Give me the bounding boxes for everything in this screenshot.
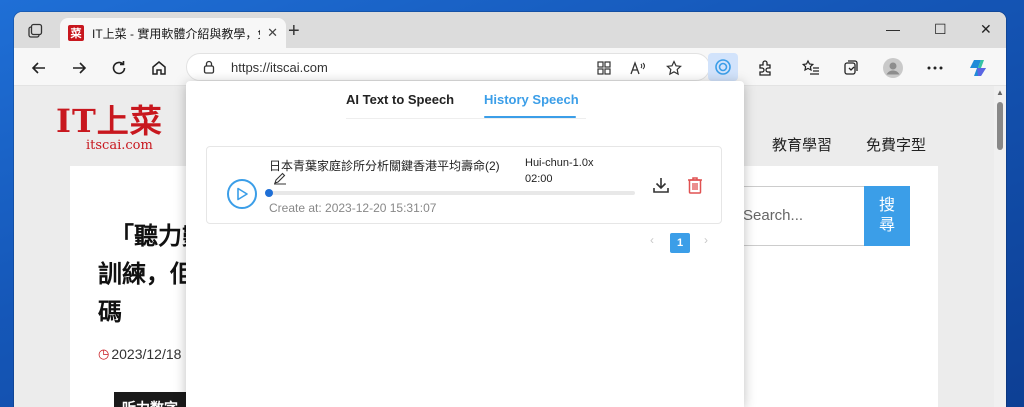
search-button-char-2: 尋 — [878, 217, 895, 234]
forward-icon[interactable] — [68, 57, 90, 79]
scroll-up-icon[interactable]: ▲ — [996, 88, 1004, 97]
home-icon[interactable] — [148, 57, 170, 79]
favorite-star-icon[interactable] — [665, 59, 683, 77]
headline-line-2[interactable]: 訓練，佢 — [98, 254, 194, 289]
maximize-button[interactable]: ☐ — [934, 18, 947, 40]
tab-ai-text-to-speech[interactable]: AI Text to Speech — [346, 92, 454, 107]
pagination-page-1[interactable]: 1 — [670, 233, 690, 253]
tts-extension-icon[interactable] — [708, 53, 738, 81]
edit-pencil-icon[interactable] — [273, 171, 287, 190]
pagination-prev-icon[interactable]: ‹ — [650, 233, 654, 247]
profile-avatar-icon[interactable] — [882, 57, 904, 79]
play-button[interactable] — [227, 179, 257, 209]
headline-line-3[interactable]: 碼 — [98, 292, 122, 327]
site-search-input[interactable]: Search... — [734, 186, 864, 246]
minimize-button[interactable]: — — [886, 18, 900, 40]
pagination-next-icon[interactable]: › — [704, 233, 708, 247]
download-icon[interactable] — [651, 175, 671, 200]
url-text[interactable]: https://itscai.com — [231, 60, 328, 75]
site-favicon-icon: 菜 — [68, 25, 84, 41]
progress-handle[interactable] — [265, 189, 273, 197]
back-icon[interactable] — [28, 57, 50, 79]
tabs-divider — [346, 118, 586, 119]
active-tab-indicator — [484, 116, 576, 118]
favorites-list-icon[interactable] — [800, 57, 822, 79]
nav-item-education[interactable]: 教育學習 — [772, 134, 832, 155]
logo-sub-text: itscai.com — [86, 138, 153, 153]
popup-tabs: AI Text to Speech History Speech — [186, 81, 744, 119]
voice-name: Hui-chun-1.0x — [525, 157, 594, 169]
address-bar[interactable]: https://itscai.com — [186, 53, 710, 81]
more-options-icon[interactable] — [924, 57, 946, 79]
history-item-title: 日本青葉家庭診所分析關鍵香港平均壽命(2) — [269, 159, 500, 173]
created-at: Create at: 2023-12-20 15:31:07 — [269, 201, 437, 215]
clock-icon: ◷ — [98, 346, 110, 361]
extensions-puzzle-icon[interactable] — [754, 57, 776, 79]
logo-main-text: IT上菜 — [56, 102, 163, 140]
lock-icon[interactable] — [203, 60, 215, 79]
tab-title: IT上菜 - 實用軟體介紹與教學，免 — [92, 26, 260, 41]
history-item: 日本青葉家庭診所分析關鍵香港平均壽命(2) Hui-chun-1.0x 02:0… — [206, 146, 722, 224]
page-scrollbar[interactable]: ▲ — [994, 86, 1006, 407]
tab-history-speech[interactable]: History Speech — [484, 92, 579, 107]
tab-close-icon[interactable]: ✕ — [267, 25, 278, 41]
close-window-button[interactable]: ✕ — [980, 18, 992, 40]
post-date-text: 2023/12/18 — [111, 346, 182, 362]
tab-strip: 菜 IT上菜 - 實用軟體介紹與教學，免 ✕ + — ☐ ✕ — [14, 12, 1006, 48]
copilot-icon[interactable] — [968, 57, 990, 79]
search-button-char-1: 搜 — [878, 197, 895, 214]
nav-item-free-fonts[interactable]: 免費字型 — [866, 134, 926, 155]
collections-icon[interactable] — [840, 57, 862, 79]
search-placeholder: Search... — [743, 207, 804, 224]
audio-progress-bar[interactable] — [265, 189, 635, 197]
read-aloud-icon[interactable] — [629, 59, 647, 77]
post-date: ◷ 2023/12/18 — [98, 346, 181, 362]
refresh-icon[interactable] — [108, 57, 130, 79]
site-logo[interactable]: IT上菜 itscai.com — [56, 96, 163, 153]
new-tab-button[interactable]: + — [288, 21, 300, 41]
delete-trash-icon[interactable] — [685, 175, 705, 200]
tts-extension-popup: AI Text to Speech History Speech 日本青葉家庭診… — [186, 81, 744, 407]
scrollbar-thumb[interactable] — [997, 102, 1003, 150]
app-available-icon[interactable] — [595, 59, 613, 77]
site-search-button[interactable]: 搜 尋 — [864, 186, 910, 246]
browser-tab[interactable]: 菜 IT上菜 - 實用軟體介紹與教學，免 ✕ — [60, 18, 286, 48]
tab-actions-icon[interactable] — [24, 20, 46, 42]
audio-duration: 02:00 — [525, 173, 553, 185]
article-image-banner: 听力数字 — [114, 392, 188, 407]
